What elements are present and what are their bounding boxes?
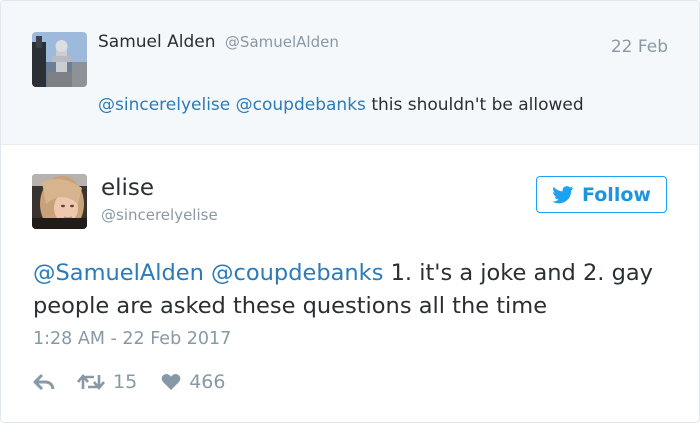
parent-tweet-text: @sincerelyelise @coupdebanks this should… — [98, 95, 584, 115]
mention-link[interactable]: @coupdebanks — [236, 95, 366, 115]
author-handle[interactable]: @SamuelAlden — [225, 33, 339, 51]
tweet-actions: 15 466 — [33, 369, 225, 395]
retweet-count: 15 — [113, 371, 138, 393]
avatar[interactable] — [32, 174, 87, 229]
author-name[interactable]: elise — [101, 175, 154, 201]
twitter-bird-icon — [552, 185, 574, 204]
tweet-body: this shouldn't be allowed — [371, 95, 584, 115]
reply-button[interactable] — [33, 373, 55, 391]
retweet-icon — [77, 372, 105, 392]
like-count: 466 — [189, 371, 226, 393]
tweet-text: @SamuelAlden @coupdebanks 1. it's a joke… — [33, 257, 673, 323]
mention-link[interactable]: @coupdebanks — [211, 260, 383, 286]
author-handle[interactable]: @sincerelyelise — [101, 206, 218, 224]
reply-arrow-icon — [33, 373, 55, 391]
mention-link[interactable]: @sincerelyelise — [98, 95, 230, 115]
tweet-embed: Samuel Alden @SamuelAlden 22 Feb @sincer… — [0, 0, 700, 423]
mention-link[interactable]: @SamuelAlden — [33, 260, 204, 286]
parent-author[interactable]: Samuel Alden @SamuelAlden — [98, 32, 339, 52]
like-button[interactable]: 466 — [161, 371, 225, 393]
tweet-date[interactable]: 22 Feb — [611, 37, 668, 57]
follow-button[interactable]: Follow — [536, 176, 667, 213]
avatar[interactable] — [32, 32, 87, 87]
parent-tweet[interactable]: Samuel Alden @SamuelAlden 22 Feb @sincer… — [1, 1, 699, 145]
retweet-button[interactable]: 15 — [77, 371, 137, 393]
tweet-timestamp[interactable]: 1:28 AM - 22 Feb 2017 — [33, 329, 231, 349]
heart-icon — [161, 373, 181, 391]
author-name[interactable]: Samuel Alden — [98, 32, 216, 52]
follow-label: Follow — [582, 183, 651, 206]
